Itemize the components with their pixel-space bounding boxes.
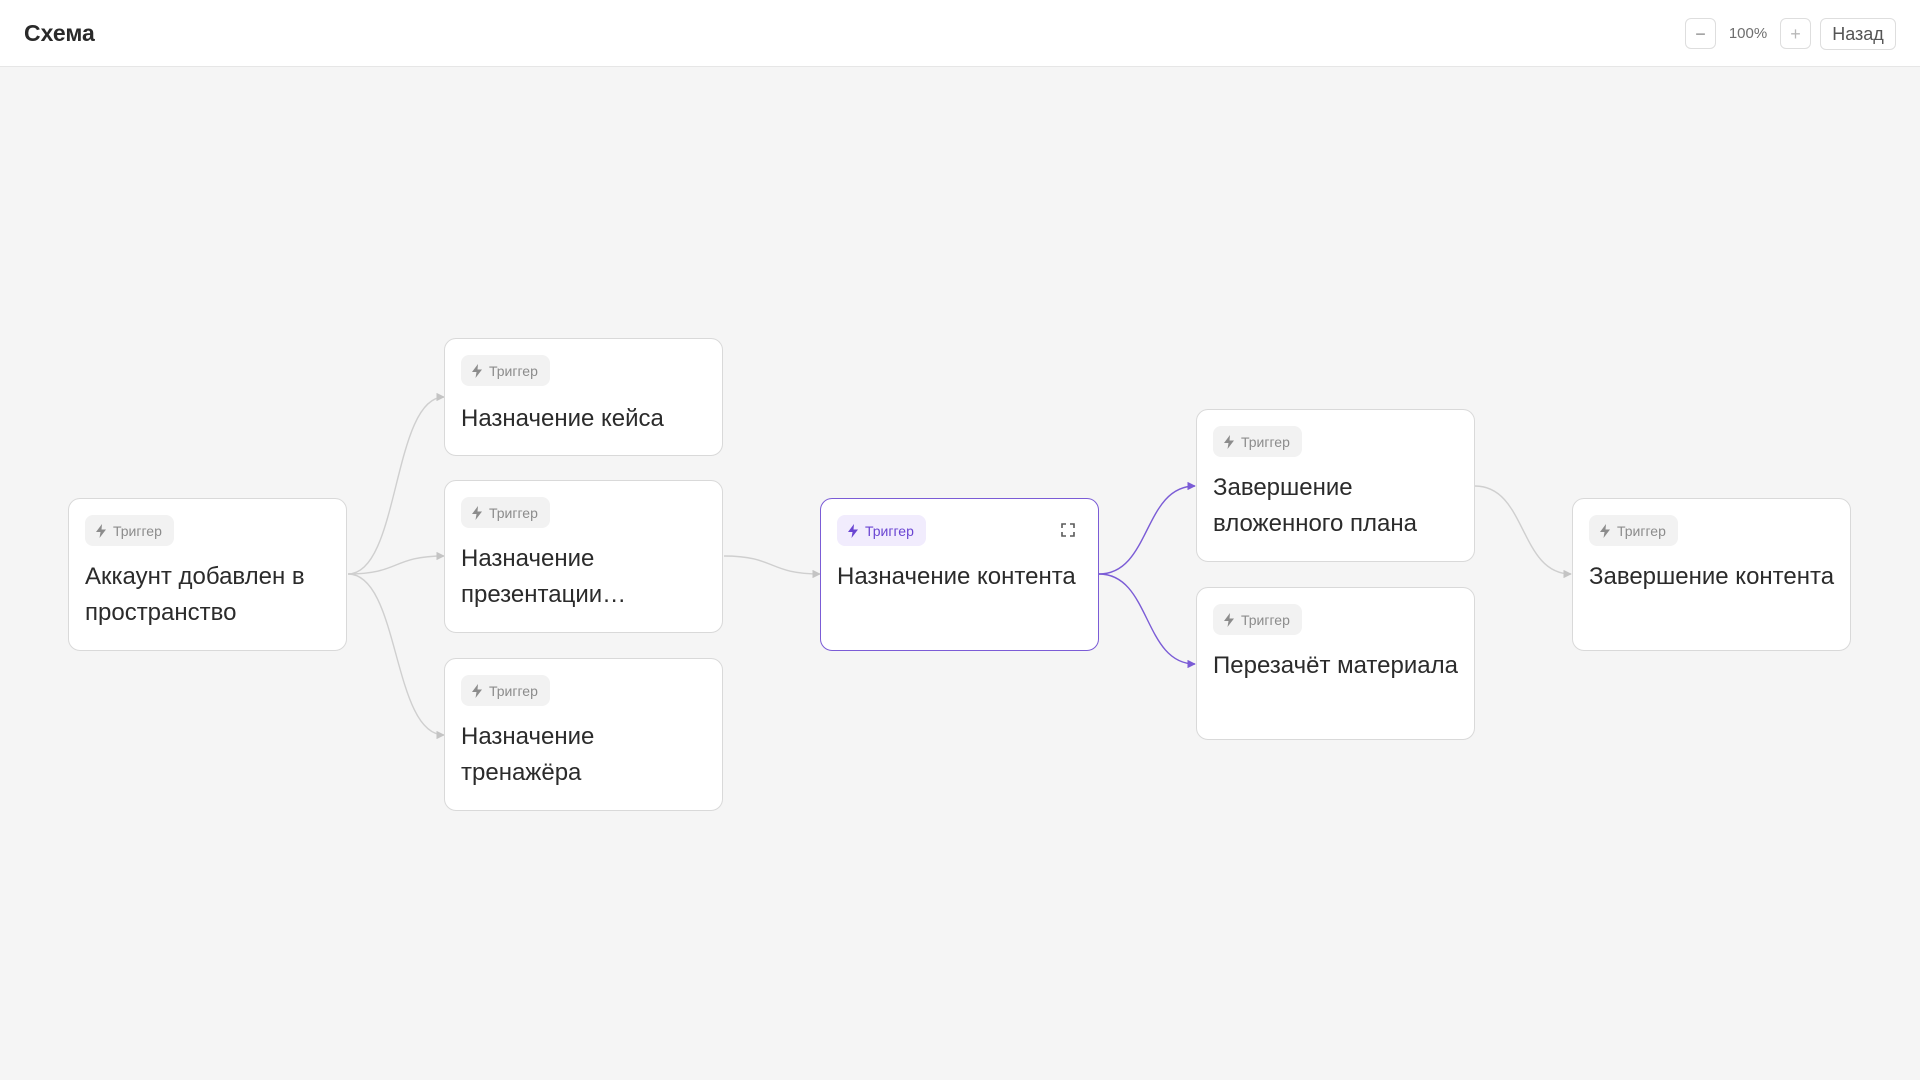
node-title: Завершение вложенного плана: [1213, 474, 1417, 537]
node-nested-plan-complete[interactable]: Триггер Завершение вложенного плана: [1196, 409, 1475, 562]
zoom-in-button[interactable]: +: [1780, 18, 1811, 49]
bolt-icon: [472, 505, 482, 520]
edge-content-to-nested-plan: [1098, 481, 1196, 575]
bolt-icon: [848, 523, 858, 538]
edge-account-to-presentation: [347, 551, 445, 575]
expand-icon[interactable]: [1060, 522, 1076, 538]
edge-nested-plan-to-complete: [1474, 485, 1572, 579]
edge-presentation-to-content: [723, 555, 821, 579]
trigger-badge-label: Триггер: [489, 362, 538, 379]
node-content-assign[interactable]: Триггер Назначение контента: [820, 498, 1099, 651]
trigger-badge: Триггер: [837, 515, 926, 546]
bolt-icon: [1224, 434, 1234, 449]
bolt-icon: [1224, 612, 1234, 627]
node-presentation-assign[interactable]: Триггер Назначение презентации…: [444, 480, 723, 633]
zoom-out-button[interactable]: −: [1685, 18, 1716, 49]
bolt-icon: [472, 363, 482, 378]
diagram-canvas[interactable]: Триггер Аккаунт добавлен в пространство …: [0, 68, 1920, 1080]
edge-account-to-case: [347, 392, 445, 575]
node-title: Назначение тренажёра: [461, 723, 595, 786]
zoom-level: 100%: [1728, 25, 1768, 42]
trigger-badge-label: Триггер: [865, 522, 914, 539]
trigger-badge-label: Триггер: [489, 682, 538, 699]
node-title: Назначение презентации…: [461, 545, 627, 608]
trigger-badge: Триггер: [461, 675, 550, 706]
node-title: Назначение контента: [837, 563, 1076, 590]
node-material-recount[interactable]: Триггер Перезачёт материала: [1196, 587, 1475, 740]
trigger-badge: Триггер: [85, 515, 174, 546]
page-title: Схема: [24, 20, 95, 46]
node-simulator-assign[interactable]: Триггер Назначение тренажёра: [444, 658, 723, 811]
node-account-added[interactable]: Триггер Аккаунт добавлен в пространство: [68, 498, 347, 651]
trigger-badge-label: Триггер: [1241, 611, 1290, 628]
trigger-badge: Триггер: [1589, 515, 1678, 546]
bolt-icon: [1600, 523, 1610, 538]
trigger-badge-label: Триггер: [113, 522, 162, 539]
trigger-badge-label: Триггер: [1617, 522, 1666, 539]
trigger-badge-label: Триггер: [1241, 433, 1290, 450]
trigger-badge: Триггер: [461, 497, 550, 528]
edge-content-to-recount: [1098, 573, 1196, 669]
bolt-icon: [96, 523, 106, 538]
node-title: Завершение контента: [1589, 563, 1835, 590]
node-content-complete[interactable]: Триггер Завершение контента: [1572, 498, 1851, 651]
back-button[interactable]: Назад: [1820, 18, 1896, 50]
node-case-assign[interactable]: Триггер Назначение кейса: [444, 338, 723, 456]
node-title: Назначение кейса: [461, 405, 664, 432]
trigger-badge-label: Триггер: [489, 504, 538, 521]
top-bar: Схема − 100% + Назад: [0, 0, 1920, 67]
trigger-badge: Триггер: [1213, 604, 1302, 635]
node-title: Перезачёт материала: [1213, 652, 1458, 679]
trigger-badge: Триггер: [1213, 426, 1302, 457]
bolt-icon: [472, 683, 482, 698]
edge-account-to-simulator: [347, 573, 445, 740]
node-title: Аккаунт добавлен в пространство: [85, 563, 305, 626]
trigger-badge: Триггер: [461, 355, 550, 386]
